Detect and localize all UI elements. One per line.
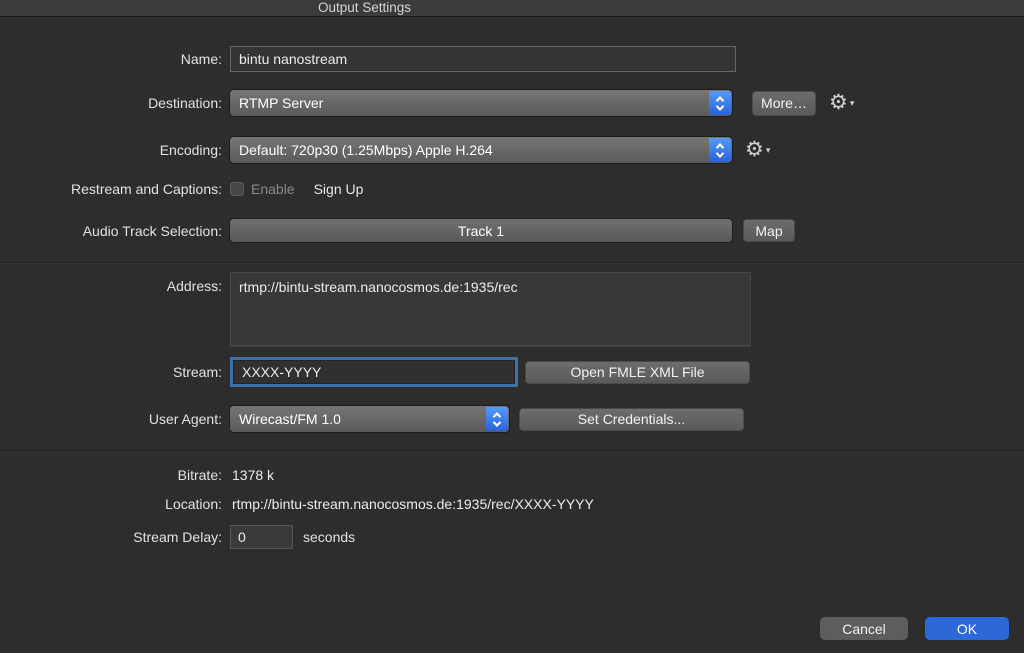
audio-track-row: Audio Track Selection: Track 1 Map	[7, 219, 1024, 242]
audio-track-select[interactable]: Track 1	[230, 219, 732, 242]
name-row: Name:	[7, 46, 1024, 72]
user-agent-select[interactable]: Wirecast/FM 1.0	[230, 406, 509, 432]
bitrate-row: Bitrate: 1378 k	[7, 467, 1024, 483]
user-agent-label: User Agent:	[7, 411, 222, 427]
titlebar: Output Settings	[0, 0, 1024, 17]
output-settings-dialog: { "window": { "title": "Output Settings"…	[0, 0, 1024, 653]
chevron-down-icon	[716, 149, 724, 157]
open-fmle-xml-button[interactable]: Open FMLE XML File	[525, 361, 750, 384]
encoding-gear-menu[interactable]: ⚙ ▾	[745, 140, 770, 160]
user-agent-value: Wirecast/FM 1.0	[239, 411, 341, 427]
destination-value: RTMP Server	[239, 95, 323, 111]
set-credentials-button[interactable]: Set Credentials...	[519, 408, 744, 431]
stepper-icon	[709, 91, 731, 115]
address-row: Address: rtmp://bintu-stream.nanocosmos.…	[7, 272, 1024, 346]
stream-delay-row: Stream Delay: seconds	[7, 525, 1024, 549]
map-button[interactable]: Map	[743, 219, 795, 242]
section-divider	[0, 262, 1024, 263]
user-agent-row: User Agent: Wirecast/FM 1.0 Set Credenti…	[7, 406, 1024, 432]
restream-row: Restream and Captions: Enable Sign Up	[7, 179, 1024, 199]
location-row: Location: rtmp://bintu-stream.nanocosmos…	[7, 496, 1024, 512]
location-label: Location:	[7, 496, 222, 512]
address-label: Address:	[7, 278, 222, 294]
address-textarea[interactable]: rtmp://bintu-stream.nanocosmos.de:1935/r…	[230, 272, 751, 346]
stepper-icon	[486, 407, 508, 431]
destination-gear-menu[interactable]: ⚙ ▾	[829, 93, 854, 113]
chevron-down-icon	[716, 102, 724, 110]
stream-delay-label: Stream Delay:	[7, 529, 222, 545]
location-value: rtmp://bintu-stream.nanocosmos.de:1935/r…	[232, 496, 594, 512]
encoding-row: Encoding: Default: 720p30 (1.25Mbps) App…	[7, 137, 1024, 163]
encoding-label: Encoding:	[7, 142, 222, 158]
sign-up-link[interactable]: Sign Up	[314, 181, 364, 197]
gear-icon: ⚙	[745, 140, 764, 160]
chevron-down-icon: ▾	[850, 93, 855, 113]
section-divider	[0, 450, 1024, 451]
chevron-down-icon	[493, 418, 501, 426]
stream-label: Stream:	[7, 364, 222, 380]
chevron-down-icon: ▾	[766, 140, 771, 160]
dialog-button-bar: Cancel OK	[820, 617, 1009, 640]
window-title: Output Settings	[318, 0, 411, 16]
stream-row: Stream: Open FMLE XML File	[7, 357, 1024, 387]
cancel-button[interactable]: Cancel	[820, 617, 908, 640]
name-label: Name:	[7, 51, 222, 67]
destination-label: Destination:	[7, 95, 222, 111]
stream-delay-unit: seconds	[303, 529, 355, 545]
encoding-value: Default: 720p30 (1.25Mbps) Apple H.264	[239, 142, 493, 158]
enable-checkbox[interactable]	[230, 182, 244, 196]
name-input[interactable]	[230, 46, 736, 72]
ok-button[interactable]: OK	[925, 617, 1009, 640]
bitrate-value: 1378 k	[232, 467, 274, 483]
audio-track-label: Audio Track Selection:	[7, 223, 222, 239]
encoding-select[interactable]: Default: 720p30 (1.25Mbps) Apple H.264	[230, 137, 732, 163]
stream-delay-input[interactable]	[230, 525, 293, 549]
destination-row: Destination: RTMP Server More… ⚙ ▾	[7, 90, 1024, 116]
stepper-icon	[709, 138, 731, 162]
bitrate-label: Bitrate:	[7, 467, 222, 483]
restream-label: Restream and Captions:	[7, 181, 222, 197]
destination-select[interactable]: RTMP Server	[230, 90, 732, 116]
gear-icon: ⚙	[829, 93, 848, 113]
stream-input[interactable]	[233, 360, 515, 384]
audio-track-value: Track 1	[458, 223, 504, 239]
enable-label: Enable	[251, 181, 295, 197]
more-button[interactable]: More…	[752, 91, 816, 116]
